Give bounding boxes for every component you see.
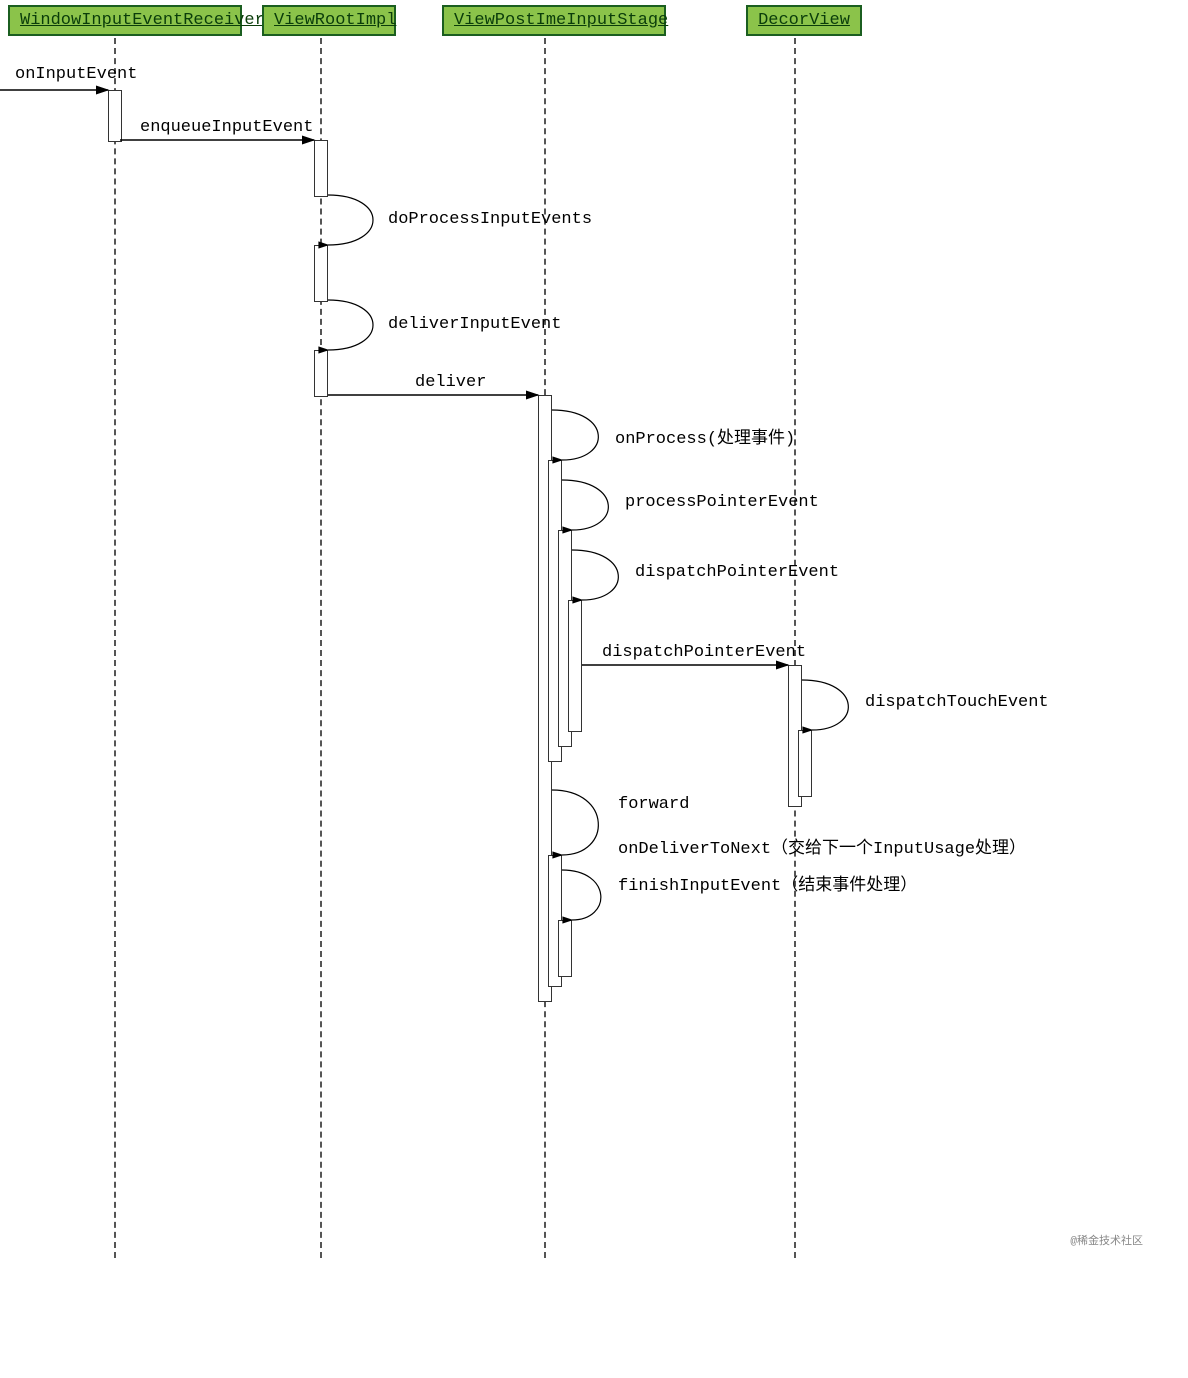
participant-view-root: ViewRootImpl	[262, 5, 396, 36]
msg-dispatch-pointer-1: dispatchPointerEvent	[635, 563, 839, 582]
msg-do-process: doProcessInputEvents	[388, 210, 592, 229]
msg-dispatch-pointer-2: dispatchPointerEvent	[602, 643, 806, 662]
msg-deliver-input: deliverInputEvent	[388, 315, 561, 334]
activation-view-root-1	[314, 140, 328, 197]
activation-decor-view-2	[798, 730, 812, 797]
msg-dispatch-touch: dispatchTouchEvent	[865, 693, 1049, 712]
participant-decor-view: DecorView	[746, 5, 862, 36]
activation-view-root-2	[314, 245, 328, 302]
msg-process-pointer: processPointerEvent	[625, 493, 819, 512]
activation-view-post-ime-4	[568, 600, 582, 732]
lifeline-window-input	[114, 38, 116, 1258]
diagram-arrows	[0, 0, 1188, 1378]
participant-view-post-ime: ViewPostImeInputStage	[442, 5, 666, 36]
activation-view-post-ime-6	[558, 920, 572, 977]
participant-window-input: WindowInputEventReceiver	[8, 5, 242, 36]
msg-deliver: deliver	[415, 373, 486, 392]
activation-window-input	[108, 90, 122, 142]
watermark: @稀金技术社区	[1070, 1232, 1143, 1248]
activation-view-root-3	[314, 350, 328, 397]
msg-on-process: onProcess(处理事件)	[615, 423, 795, 449]
msg-on-deliver-next: onDeliverToNext（交给下一个InputUsage处理）	[618, 833, 1026, 859]
lifeline-view-root	[320, 38, 322, 1258]
msg-forward: forward	[618, 795, 689, 814]
msg-on-input-event: onInputEvent	[15, 65, 137, 84]
msg-enqueue: enqueueInputEvent	[140, 118, 313, 137]
msg-finish-input: finishInputEvent（结束事件处理）	[618, 870, 917, 896]
